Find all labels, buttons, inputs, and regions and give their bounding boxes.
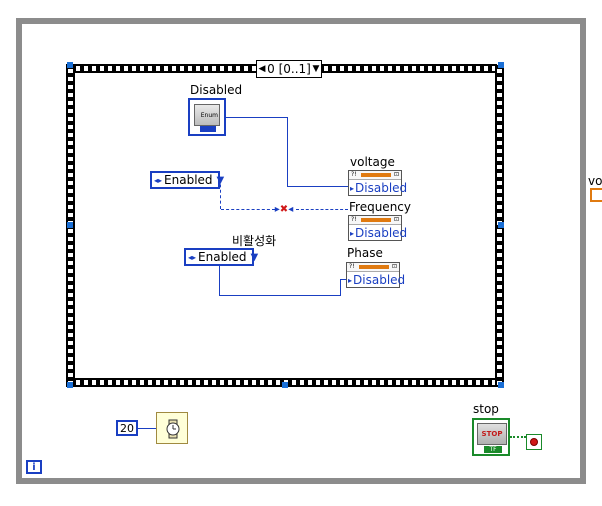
prop-node-phase-value: Disabled	[353, 273, 406, 287]
while-loop-right-edge[interactable]	[580, 18, 586, 484]
prop-node-phase[interactable]: ?! ⊡ ▸ Disabled	[346, 262, 405, 288]
enabled-ring-top-value: Enabled	[164, 173, 213, 187]
decrement-arrow-icon[interactable]: ◀	[257, 64, 267, 74]
resize-handle-tr[interactable]	[498, 62, 504, 68]
sequence-selector[interactable]: ◀ 0 [0..1] ▼	[256, 60, 322, 78]
iteration-terminal[interactable]: i	[26, 460, 42, 474]
wire-segment	[226, 117, 288, 118]
while-loop-gap	[586, 18, 602, 24]
property-icon: ⊡	[393, 216, 399, 223]
prop-node-voltage-label: voltage	[350, 155, 395, 169]
boolean-wire	[510, 436, 526, 438]
increment-decrement-icon: ◂▸	[188, 252, 197, 262]
enum-constant-label: Disabled	[190, 83, 243, 97]
prop-node-frequency-label: Frequency	[349, 200, 411, 214]
broken-wire-x-icon[interactable]: ▸ ✖ ◂	[272, 203, 296, 215]
wire-segment	[287, 186, 348, 187]
property-icon: ⊡	[393, 171, 399, 178]
wire-segment	[219, 295, 341, 296]
property-icon: ⊡	[391, 263, 397, 270]
stop-condition-icon	[530, 438, 538, 446]
resize-handle-r[interactable]	[498, 222, 504, 228]
wire-segment	[219, 266, 220, 295]
prop-node-voltage[interactable]: ?! ⊡ ▸ Disabled	[348, 170, 407, 196]
chevron-down-icon[interactable]: ▼	[251, 252, 259, 263]
stop-button[interactable]: STOP TF	[472, 418, 510, 456]
enum-constant[interactable]: Enum	[188, 98, 226, 136]
enabled-ring-bottom[interactable]: ◂▸ Enabled ▼	[184, 248, 258, 266]
property-icon: ?!	[351, 171, 357, 178]
loop-condition-terminal[interactable]	[526, 434, 542, 450]
resize-handle-br[interactable]	[498, 382, 504, 388]
wait-ms-constant[interactable]: 20	[116, 420, 138, 436]
stop-button-text: STOP	[481, 430, 503, 438]
prop-node-phase-label: Phase	[347, 246, 383, 260]
resize-handle-l[interactable]	[67, 222, 73, 228]
stop-boolean-type: TF	[484, 446, 502, 453]
enabled-ring-bottom-value: Enabled	[198, 250, 247, 264]
edge-indicator[interactable]	[590, 188, 602, 202]
property-icon: ?!	[349, 263, 355, 270]
dropdown-arrow-icon[interactable]: ▼	[311, 64, 321, 74]
wire-segment	[287, 117, 288, 187]
resize-handle-b[interactable]	[282, 382, 288, 388]
prop-node-frequency-value: Disabled	[355, 226, 408, 240]
resize-handle-tl[interactable]	[67, 62, 73, 68]
wire-segment	[340, 279, 341, 296]
enum-icon: Enum	[194, 104, 220, 126]
broken-wire-segment	[220, 179, 222, 209]
wait-function[interactable]	[156, 412, 188, 444]
increment-decrement-icon: ◂▸	[154, 175, 163, 185]
selector-label: 0 [0..1]	[267, 62, 311, 76]
prop-node-frequency[interactable]: ?! ⊡ ▸ Disabled	[348, 215, 407, 241]
enabled-ring-top[interactable]: ◂▸ Enabled ▼	[150, 171, 224, 189]
stop-button-label: stop	[473, 402, 499, 416]
property-icon: ?!	[351, 216, 357, 223]
wristwatch-icon	[166, 419, 180, 439]
broken-wire-segment	[296, 209, 348, 210]
edge-label-fragment: vo	[588, 174, 602, 188]
wire-segment	[138, 428, 156, 429]
resize-handle-bl[interactable]	[67, 382, 73, 388]
prop-node-voltage-value: Disabled	[355, 181, 408, 195]
sequence-structure[interactable]	[66, 62, 504, 388]
enabled-ring-bottom-label: 비활성화	[232, 234, 277, 248]
broken-wire-segment	[221, 209, 275, 210]
enum-terminal-foot	[200, 126, 216, 132]
